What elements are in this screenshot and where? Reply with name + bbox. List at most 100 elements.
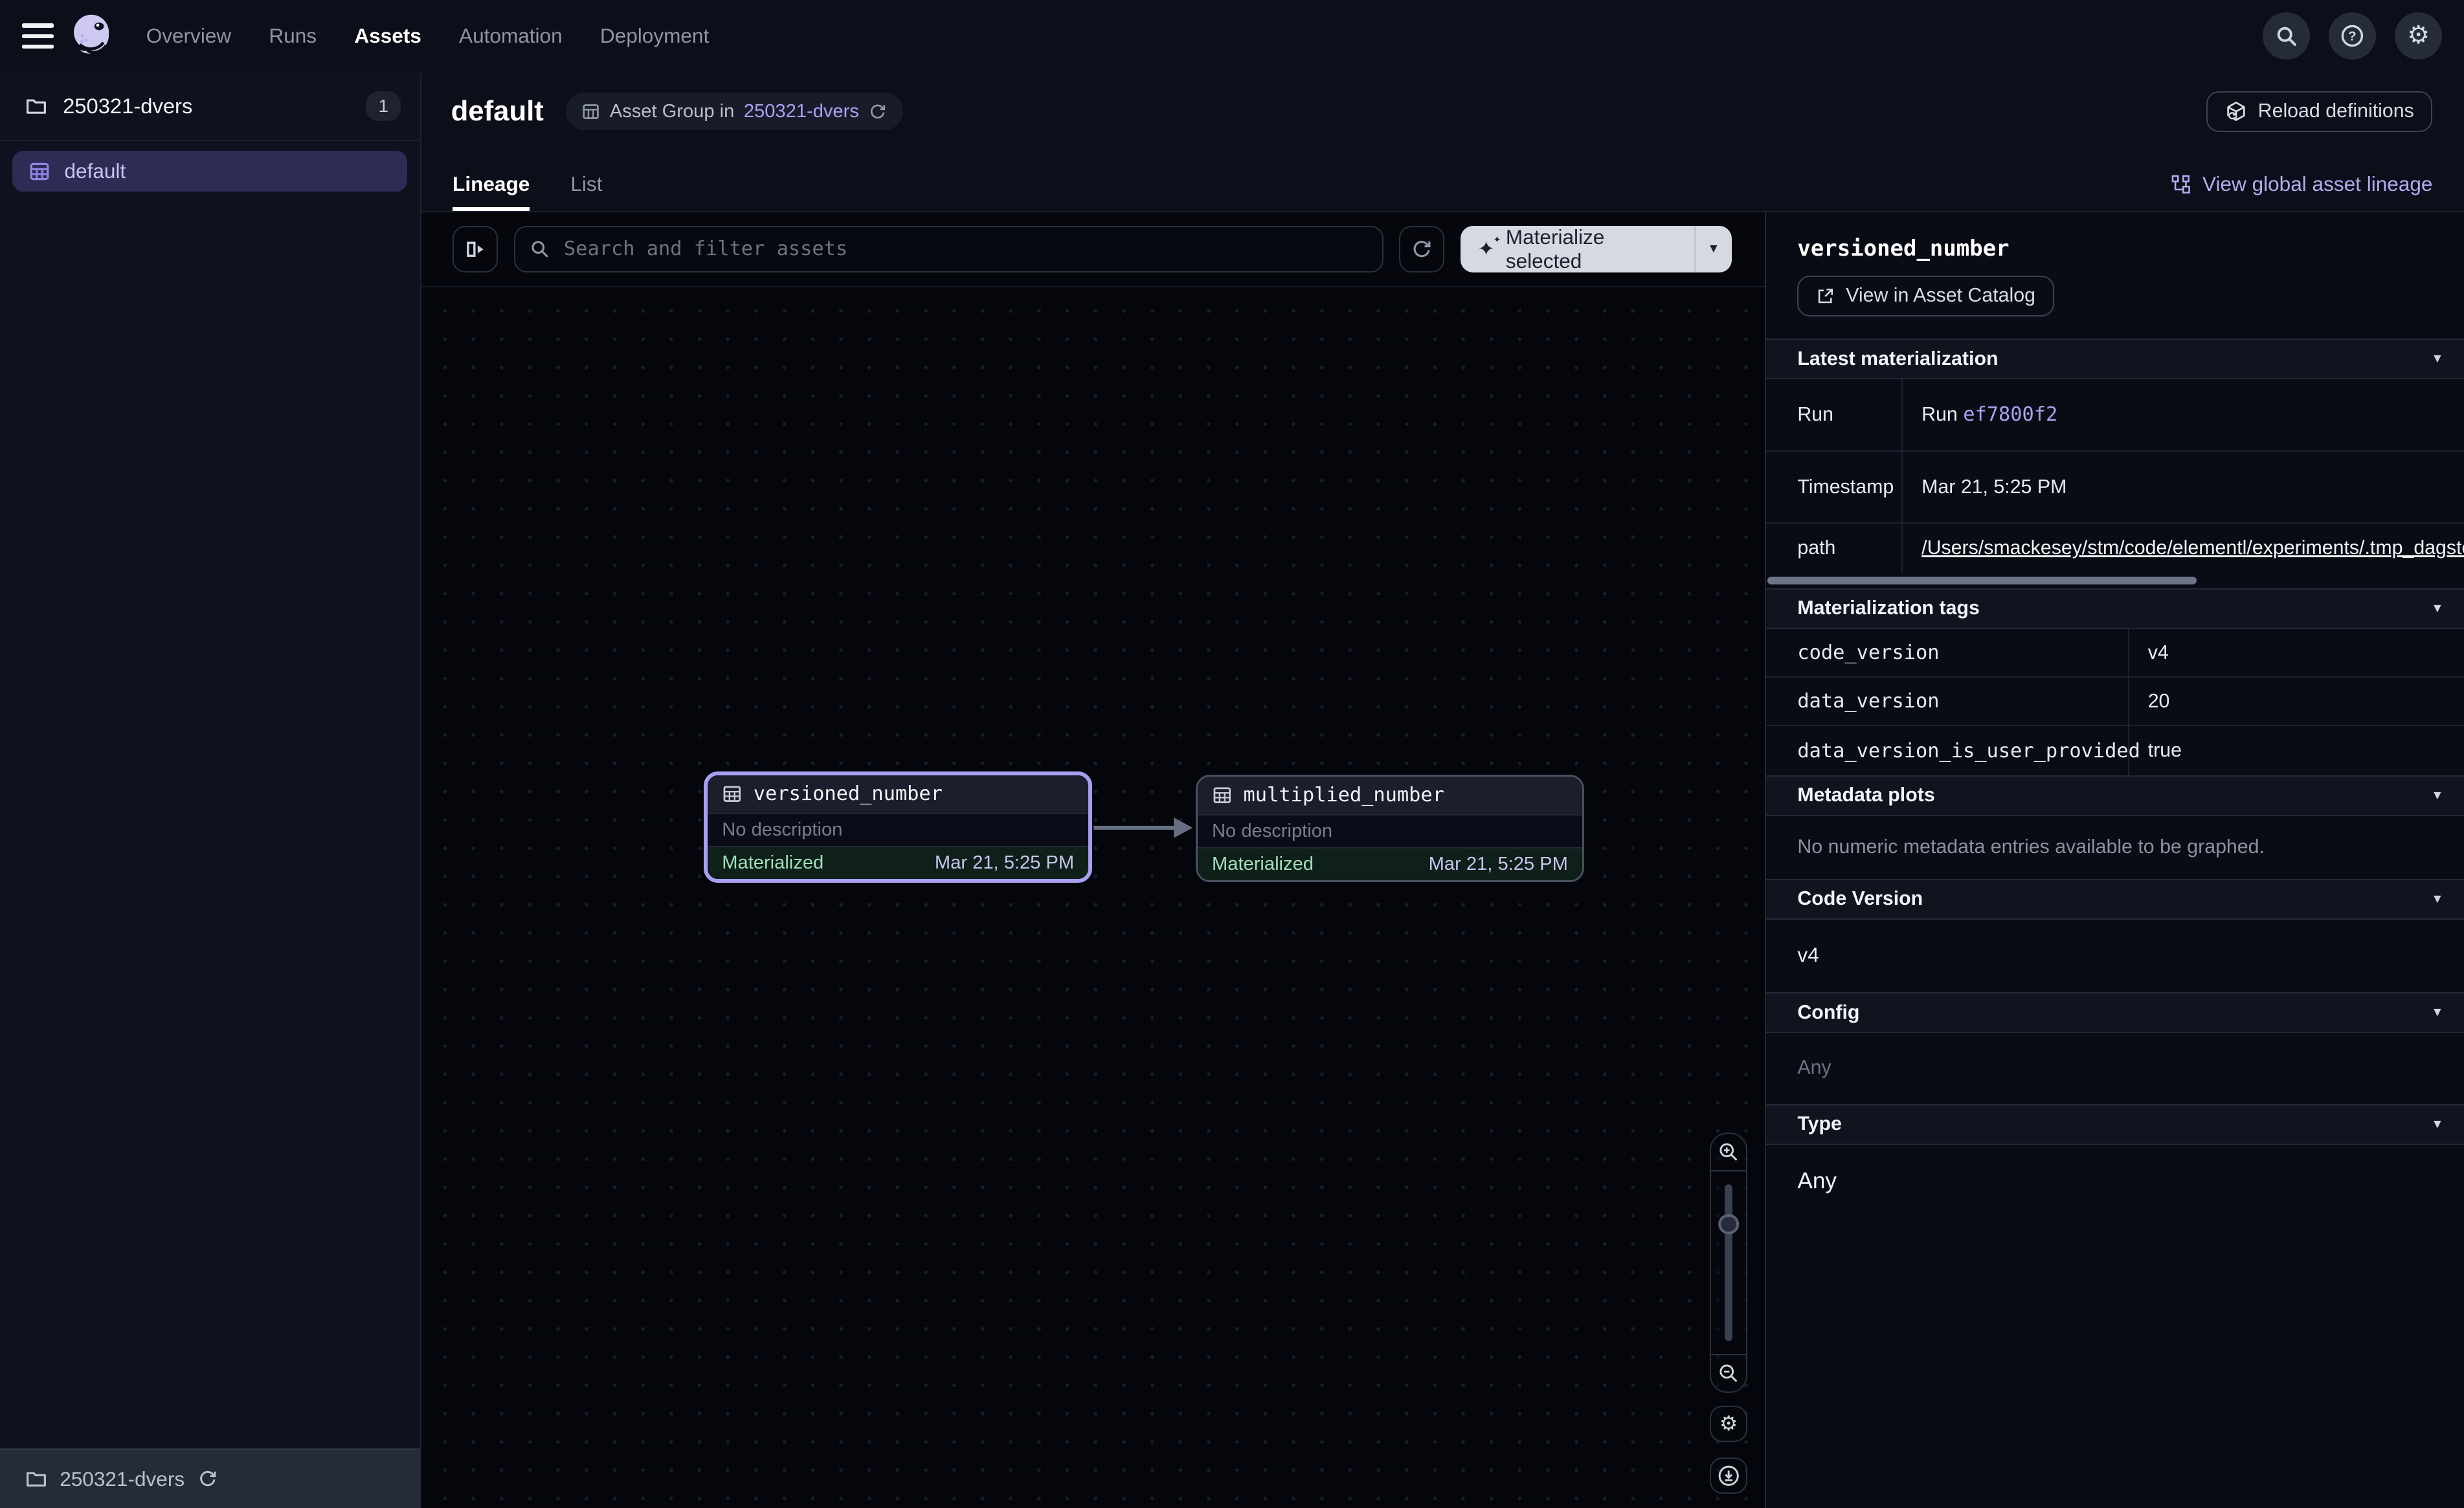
external-link-icon bbox=[1816, 287, 1835, 305]
asset-table-icon bbox=[1212, 785, 1233, 806]
section-title: Code Version bbox=[1797, 888, 2431, 910]
download-graph-button[interactable] bbox=[1710, 1458, 1747, 1494]
view-global-asset-lineage-link[interactable]: View global asset lineage bbox=[2171, 172, 2432, 196]
nav-item-automation[interactable]: Automation bbox=[459, 24, 563, 48]
tab-lineage[interactable]: Lineage bbox=[453, 157, 530, 211]
zoom-in-icon bbox=[1718, 1141, 1740, 1163]
reload-repo-icon[interactable] bbox=[197, 1469, 218, 1489]
collapse-caret-icon[interactable]: ▼ bbox=[2431, 351, 2443, 366]
asset-group-badge: Asset Group in 250321-dvers bbox=[566, 93, 903, 130]
materialize-dropdown-caret[interactable]: ▼ bbox=[1696, 226, 1732, 273]
hamburger-menu-icon[interactable] bbox=[22, 23, 54, 49]
tabs-row: Lineage List View global asset lineage bbox=[421, 157, 2464, 211]
graph-settings-button[interactable]: ⚙ bbox=[1710, 1406, 1747, 1442]
sparkle-icon: ✦✦ bbox=[1477, 239, 1494, 260]
refresh-graph-button[interactable] bbox=[1399, 226, 1444, 273]
section-type[interactable]: Type ▼ bbox=[1766, 1104, 2464, 1145]
lineage-canvas[interactable]: versioned_number No description Material… bbox=[421, 287, 1765, 1508]
materialized-status: Materialized bbox=[722, 852, 823, 874]
row-label: Timestamp bbox=[1766, 452, 1903, 523]
tag-key: code_version bbox=[1766, 629, 2129, 676]
nav-item-assets[interactable]: Assets bbox=[354, 24, 421, 48]
search-button[interactable] bbox=[2263, 12, 2310, 60]
view-in-asset-catalog-button[interactable]: View in Asset Catalog bbox=[1797, 276, 2054, 316]
tag-key: data_version bbox=[1766, 678, 2129, 725]
section-code-version[interactable]: Code Version ▼ bbox=[1766, 879, 2464, 920]
section-latest-materialization[interactable]: Latest materialization ▼ bbox=[1766, 338, 2464, 379]
zoom-in-button[interactable] bbox=[1711, 1134, 1746, 1171]
search-icon bbox=[530, 239, 550, 260]
gear-icon: ⚙ bbox=[1719, 1414, 1738, 1435]
lineage-view: ✦✦ Materialize selected ▼ bbox=[421, 212, 1765, 1508]
materialization-tags-table: code_version v4 data_version 20 data_ver… bbox=[1766, 629, 2464, 775]
run-id-link[interactable]: ef7800f2 bbox=[1963, 403, 2057, 426]
folder-icon bbox=[25, 95, 47, 117]
asset-search-box bbox=[514, 226, 1383, 273]
table-row: code_version v4 bbox=[1766, 629, 2464, 678]
collapse-caret-icon[interactable]: ▼ bbox=[2431, 601, 2443, 616]
dagster-logo[interactable] bbox=[69, 12, 118, 60]
sidebar-item-label: default bbox=[64, 159, 126, 183]
badge-prefix: Asset Group in bbox=[610, 101, 735, 122]
section-title: Materialization tags bbox=[1797, 597, 2431, 619]
zoom-slider-track[interactable] bbox=[1725, 1184, 1732, 1342]
lineage-toolbar: ✦✦ Materialize selected ▼ bbox=[421, 212, 1765, 288]
scrollbar-thumb[interactable] bbox=[1767, 577, 2197, 584]
zoom-slider[interactable] bbox=[1711, 1171, 1746, 1354]
page-title: default bbox=[451, 95, 544, 128]
table-row: data_version_is_user_provided true bbox=[1766, 726, 2464, 775]
sidebar-footer-repo[interactable]: 250321-dvers bbox=[0, 1448, 420, 1508]
asset-node-versioned-number[interactable]: versioned_number No description Material… bbox=[704, 771, 1092, 883]
zoom-out-button[interactable] bbox=[1711, 1354, 1746, 1392]
config-value: Any bbox=[1766, 1033, 2464, 1103]
zoom-out-icon bbox=[1718, 1362, 1740, 1384]
lineage-edge-arrow bbox=[1089, 806, 1199, 850]
table-row: Timestamp Mar 21, 5:25 PM bbox=[1766, 452, 2464, 524]
section-config[interactable]: Config ▼ bbox=[1766, 992, 2464, 1033]
page-header: default Asset Group in 250321-dvers Relo… bbox=[421, 72, 2464, 212]
section-metadata-plots[interactable]: Metadata plots ▼ bbox=[1766, 775, 2464, 816]
asset-node-name: versioned_number bbox=[754, 782, 943, 805]
nav-item-deployment[interactable]: Deployment bbox=[600, 24, 709, 48]
view-in-catalog-label: View in Asset Catalog bbox=[1846, 285, 2035, 307]
materialized-timestamp: Mar 21, 5:25 PM bbox=[935, 852, 1074, 874]
sync-icon[interactable] bbox=[868, 102, 887, 121]
materialize-selected-button[interactable]: ✦✦ Materialize selected ▼ bbox=[1461, 226, 1732, 273]
section-title: Type bbox=[1797, 1113, 2431, 1135]
row-value: Run ef7800f2 bbox=[1903, 403, 2464, 426]
asset-group-icon bbox=[28, 161, 50, 183]
tag-value: v4 bbox=[2129, 642, 2464, 664]
panel-expand-icon bbox=[464, 238, 487, 261]
sidebar-item-default-group[interactable]: default bbox=[12, 151, 407, 192]
asset-node-status-row: Materialized Mar 21, 5:25 PM bbox=[1198, 848, 1582, 880]
collapse-caret-icon[interactable]: ▼ bbox=[2431, 788, 2443, 803]
help-button[interactable]: ? bbox=[2329, 12, 2376, 60]
collapse-caret-icon[interactable]: ▼ bbox=[2431, 1117, 2443, 1132]
tab-list[interactable]: List bbox=[570, 157, 602, 211]
collapse-caret-icon[interactable]: ▼ bbox=[2431, 892, 2443, 907]
settings-button[interactable]: ⚙ bbox=[2395, 12, 2442, 60]
toggle-sidebar-panel-button[interactable] bbox=[453, 226, 498, 273]
sidebar-repo-row[interactable]: 250321-dvers 1 bbox=[0, 72, 420, 142]
section-title: Metadata plots bbox=[1797, 784, 2431, 806]
reload-definitions-button[interactable]: Reload definitions bbox=[2206, 91, 2432, 132]
repo-name: 250321-dvers bbox=[63, 94, 366, 118]
footer-repo-name: 250321-dvers bbox=[60, 1467, 185, 1491]
search-input[interactable] bbox=[561, 236, 1368, 262]
asset-node-description: No description bbox=[708, 813, 1088, 847]
section-materialization-tags[interactable]: Materialization tags ▼ bbox=[1766, 588, 2464, 629]
app-root: Overview Runs Assets Automation Deployme… bbox=[0, 0, 2464, 1508]
nav-item-runs[interactable]: Runs bbox=[269, 24, 317, 48]
collapse-caret-icon[interactable]: ▼ bbox=[2431, 1005, 2443, 1020]
badge-repo-link[interactable]: 250321-dvers bbox=[744, 101, 859, 122]
metadata-plots-empty-text: No numeric metadata entries available to… bbox=[1766, 816, 2464, 879]
asset-node-name: multiplied_number bbox=[1244, 784, 1444, 806]
zoom-slider-knob[interactable] bbox=[1718, 1214, 1739, 1235]
repo-asset-count-badge: 1 bbox=[366, 91, 401, 122]
path-link[interactable]: /Users/smackesey/stm/code/elementl/exper… bbox=[1921, 537, 2464, 559]
asset-node-multiplied-number[interactable]: multiplied_number No description Materia… bbox=[1196, 775, 1584, 882]
materialized-status: Materialized bbox=[1212, 854, 1314, 875]
table-row: Run Run ef7800f2 bbox=[1766, 379, 2464, 452]
nav-item-overview[interactable]: Overview bbox=[146, 24, 231, 48]
table-row: path /Users/smackesey/stm/code/elementl/… bbox=[1766, 524, 2464, 572]
